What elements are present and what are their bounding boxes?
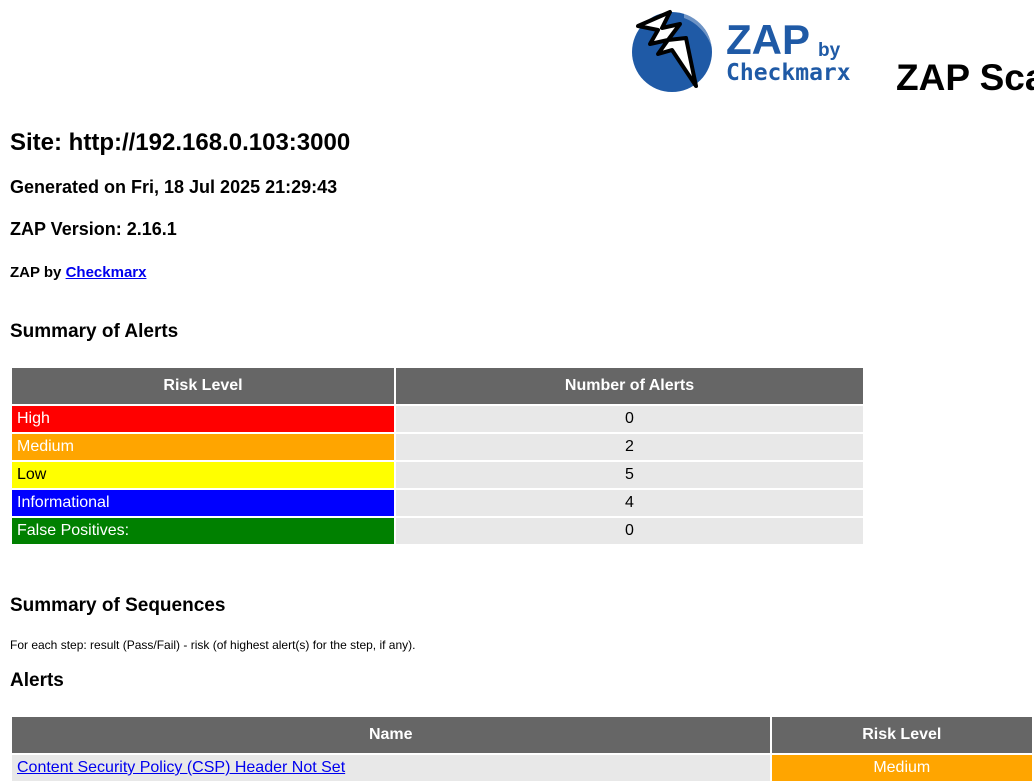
alerts-table: Name Risk Level Content Security Policy … [10,715,1034,783]
alerts-heading: Alerts [10,670,64,691]
logo-checkmarx-text: Checkmarx [726,60,851,86]
alert-risk-cell: Medium [771,755,1032,781]
summary-table: Risk Level Number of Alerts High 0 Mediu… [10,366,865,546]
alert-name-link[interactable]: Content Security Policy (CSP) Header Not… [17,759,345,776]
checkmarx-link[interactable]: Checkmarx [66,264,147,281]
summary-row-false-positives: False Positives: 0 [12,518,863,544]
summary-row-low: Low 5 [12,462,863,488]
summary-heading: Summary of Alerts [10,321,179,342]
alert-name-cell: Content Security Policy (CSP) Header Not… [12,755,770,781]
logo-by-text: by [818,40,841,61]
risk-level-column-header: Risk Level [12,368,394,404]
summary-row-medium: Medium 2 [12,434,863,460]
report-page: ZAP by Checkmarx ZAP Scanning Report Sit… [0,0,1034,783]
risk-level-cell: Informational [12,490,394,516]
report-title: ZAP Scanning Report [896,57,1034,98]
summary-header-row: Risk Level Number of Alerts [12,368,863,404]
zap-version: ZAP Version: 2.16.1 [10,219,177,239]
site-heading: Site: http://192.168.0.103:3000 [10,129,351,156]
generated-date: Generated on Fri, 18 Jul 2025 21:29:43 [10,177,338,197]
byline-prefix: ZAP by [10,264,66,281]
logo-zap-text: ZAP [726,16,810,63]
alerts-header-row: Name Risk Level [12,717,1032,753]
zap-logo-graphic: ZAP by Checkmarx [632,10,851,92]
alert-count-cell: 2 [396,434,863,460]
risk-level-cell: False Positives: [12,518,394,544]
number-of-alerts-column-header: Number of Alerts [396,368,863,404]
summary-row-informational: Informational 4 [12,490,863,516]
byline: ZAP by Checkmarx [10,263,146,283]
sequences-heading: Summary of Sequences [10,595,226,616]
name-column-header: Name [12,717,770,753]
alert-count-cell: 5 [396,462,863,488]
risk-level-column-header: Risk Level [771,717,1032,753]
zap-checkmarx-logo: ZAP by Checkmarx [628,4,890,94]
alert-count-cell: 0 [396,406,863,432]
risk-level-cell: Medium [12,434,394,460]
risk-level-cell: Low [12,462,394,488]
summary-row-high: High 0 [12,406,863,432]
risk-level-cell: High [12,406,394,432]
sequences-description: For each step: result (Pass/Fail) - risk… [10,638,416,652]
alert-count-cell: 4 [396,490,863,516]
alert-row: Content Security Policy (CSP) Header Not… [12,755,1032,781]
alert-count-cell: 0 [396,518,863,544]
